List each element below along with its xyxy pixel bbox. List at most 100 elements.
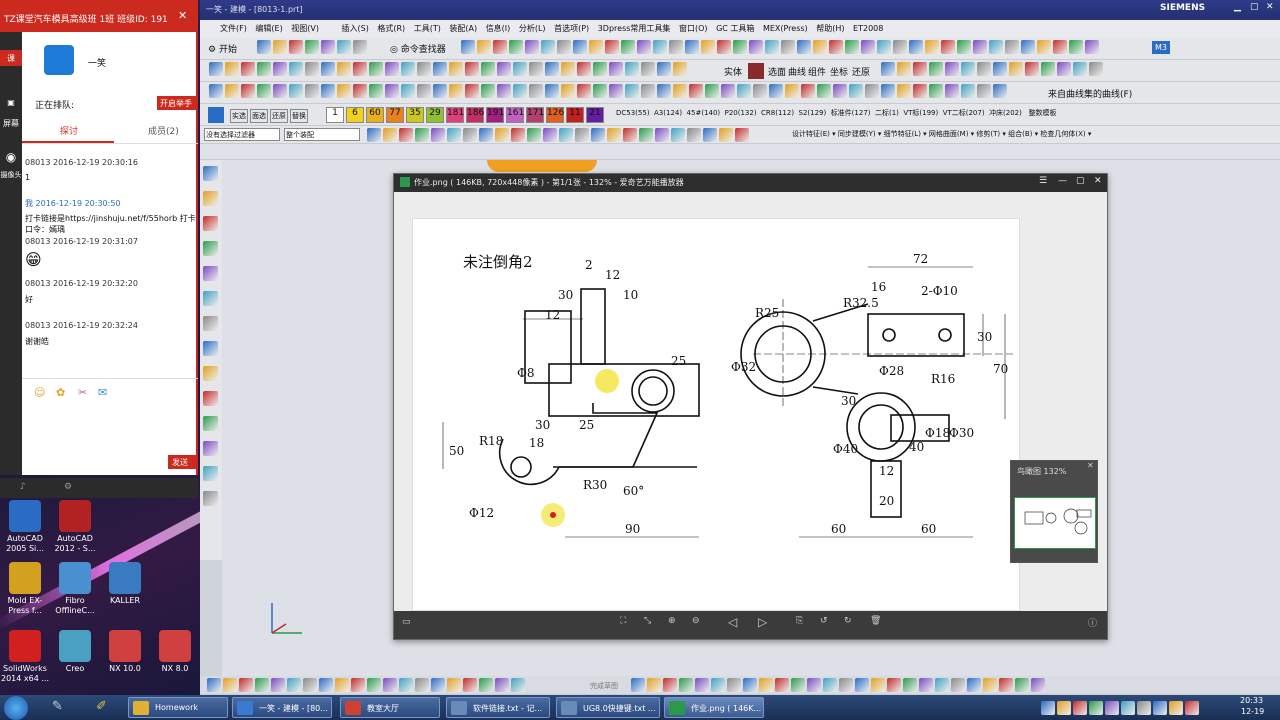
toolbar-tool-icon[interactable] [497, 84, 511, 98]
restore-button[interactable]: 还原 [270, 109, 288, 123]
maximize-icon[interactable]: ▢ [1250, 2, 1259, 12]
toolbar-tool-icon[interactable] [961, 62, 975, 76]
layer-button[interactable]: 171 [526, 107, 544, 123]
layer-button[interactable]: 11 [566, 107, 584, 123]
desktop-icon-autocad-2005[interactable]: AutoCAD 2005 Si... [0, 500, 50, 554]
desktop-icon-nx10[interactable]: NX 10.0 [100, 630, 150, 674]
menu-tools[interactable]: 工具(T) [414, 23, 441, 34]
toolbar-tool-icon[interactable] [1053, 40, 1067, 54]
sync-modeling-menu[interactable]: 同步建模(Y) [838, 130, 876, 138]
toolbar-tool-icon[interactable] [737, 84, 751, 98]
toolbar-tool-icon[interactable] [369, 62, 383, 76]
toolbar-tool-icon[interactable] [337, 40, 351, 54]
toolbar-tool-icon[interactable] [1073, 62, 1087, 76]
toolbar-tool-icon[interactable] [1041, 701, 1055, 715]
resource-bar-icon[interactable] [203, 316, 218, 331]
toolbar-tool-icon[interactable] [449, 62, 463, 76]
toolbar-tool-icon[interactable] [513, 84, 527, 98]
class-tab[interactable]: 课 [0, 50, 22, 66]
layer-button[interactable]: 186 [466, 107, 484, 123]
toolbar-tool-icon[interactable] [463, 128, 477, 142]
resource-bar-icon[interactable] [203, 216, 218, 231]
toolbar-tool-icon[interactable] [557, 40, 571, 54]
toolbar-tool-icon[interactable] [545, 62, 559, 76]
toolbar-tool-icon[interactable] [609, 84, 623, 98]
desktop-icon-solidworks[interactable]: SolidWorks 2014 x64 ... [0, 630, 50, 684]
trim-menu[interactable]: 修剪(T) [976, 130, 1000, 138]
toolbar-tool-icon[interactable] [431, 678, 445, 692]
toolbar-tool-icon[interactable] [705, 84, 719, 98]
tab-discuss[interactable]: 探讨 [60, 124, 78, 137]
pinned-tool-icon[interactable]: ✎ [52, 699, 63, 714]
toolbar-tool-icon[interactable] [721, 84, 735, 98]
toolbar-tool-icon[interactable] [593, 62, 607, 76]
resource-bar-icon[interactable] [203, 416, 218, 431]
toolbar-tool-icon[interactable] [769, 84, 783, 98]
toolbar-tool-icon[interactable] [511, 128, 525, 142]
toolbar-tool-icon[interactable] [497, 62, 511, 76]
toolbar-tool-icon[interactable] [321, 40, 335, 54]
finish-sketch-label[interactable]: 完成草图 [590, 681, 618, 691]
menu-window[interactable]: 窗口(O) [679, 23, 708, 34]
info-icon[interactable]: ⓘ [1088, 616, 1097, 629]
menu-info[interactable]: 信息(I) [486, 23, 511, 34]
toolbar-tool-icon[interactable] [401, 84, 415, 98]
toolbar-tool-icon[interactable] [337, 62, 351, 76]
toolbar-tool-icon[interactable] [785, 84, 799, 98]
raise-hand-button[interactable]: 开启举手 [157, 96, 197, 110]
toolbar-tool-icon[interactable] [225, 84, 239, 98]
toolbar-tool-icon[interactable] [287, 678, 301, 692]
replace-button[interactable]: 替换 [290, 109, 308, 123]
taskbar-item-homework[interactable]: Homework [128, 697, 228, 718]
material-p20[interactable]: P20(132) [725, 109, 757, 117]
toolbar-tool-icon[interactable] [759, 678, 773, 692]
toolbar-tool-icon[interactable] [511, 678, 525, 692]
toolbar-tool-icon[interactable] [449, 84, 463, 98]
toolbar-tool-icon[interactable] [1185, 701, 1199, 715]
toolbar-tool-icon[interactable] [919, 678, 933, 692]
integer-template[interactable]: 整数模板 [1029, 109, 1057, 117]
toolbar-tool-icon[interactable] [493, 40, 507, 54]
toolbar-tool-icon[interactable] [839, 678, 853, 692]
delete-icon[interactable]: 🗑 [870, 616, 881, 626]
toolbar-tool-icon[interactable] [305, 84, 319, 98]
toolbar-tool-icon[interactable] [689, 84, 703, 98]
toolbar-tool-icon[interactable] [625, 84, 639, 98]
toolbar-tool-icon[interactable] [687, 128, 701, 142]
curve-set-dropdown[interactable]: 来自曲线集的曲线(F) [1048, 87, 1132, 100]
assembly-scope-select[interactable]: 整个装配 [284, 128, 360, 141]
toolbar-tool-icon[interactable] [257, 62, 271, 76]
toolbar-tool-icon[interactable] [637, 40, 651, 54]
settings-icon[interactable]: ⚙ [64, 482, 72, 492]
toolbar-tool-icon[interactable] [257, 40, 271, 54]
toolbar-tool-icon[interactable] [703, 128, 717, 142]
toolbar-tool-icon[interactable] [273, 40, 287, 54]
toolbar-tool-icon[interactable] [877, 40, 891, 54]
resource-bar-icon[interactable] [203, 366, 218, 381]
close-icon[interactable]: ✕ [1266, 2, 1274, 12]
toolbar-tool-icon[interactable] [1073, 701, 1087, 715]
toolbar-tool-icon[interactable] [639, 128, 653, 142]
camera-icon[interactable]: ◉ [0, 150, 22, 164]
toolbar-tool-icon[interactable] [871, 678, 885, 692]
curve-label[interactable]: 曲线 [788, 65, 806, 78]
resource-bar-icon[interactable] [203, 441, 218, 456]
restore-label[interactable]: 还原 [852, 65, 870, 78]
toolbar-tool-icon[interactable] [1089, 701, 1103, 715]
toolbar-tool-icon[interactable] [657, 62, 671, 76]
toolbar-tool-icon[interactable] [463, 678, 477, 692]
toolbar-tool-icon[interactable] [669, 40, 683, 54]
toolbar-tool-icon[interactable] [209, 84, 223, 98]
toolbar-tool-icon[interactable] [465, 84, 479, 98]
toolbar-tool-icon[interactable] [529, 62, 543, 76]
maximize-icon[interactable]: ▢ [1076, 176, 1085, 186]
toolbar-tool-icon[interactable] [1021, 40, 1035, 54]
toolbar-tool-icon[interactable] [673, 84, 687, 98]
taskbar-item-notepad-links[interactable]: 软件链接.txt - 记... [446, 697, 550, 718]
toolbar-tool-icon[interactable] [1057, 701, 1071, 715]
detail-feature-menu[interactable]: 细节特征(L) [884, 130, 921, 138]
press[interactable]: 冲床(202) [989, 109, 1022, 117]
folder-icon[interactable]: ▭ [402, 617, 411, 627]
menu-format[interactable]: 格式(R) [377, 23, 405, 34]
command-finder-button[interactable]: ◎ 命令查找器 [390, 42, 446, 55]
